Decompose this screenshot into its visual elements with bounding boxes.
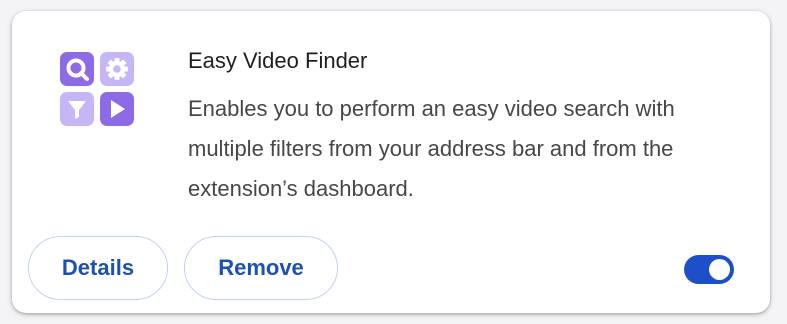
extension-card: Easy Video Finder Enables you to perform… [12,11,770,313]
toggle-knob [709,259,730,280]
extension-description: Enables you to perform an easy video sea… [188,96,675,201]
extension-title: Easy Video Finder [188,48,368,73]
extension-page: Easy Video Finder Enables you to perform… [0,0,787,324]
extension-enable-toggle[interactable] [684,255,734,284]
remove-button[interactable]: Remove [184,236,338,300]
details-button[interactable]: Details [28,236,168,300]
extension-logo-icon [60,52,134,126]
